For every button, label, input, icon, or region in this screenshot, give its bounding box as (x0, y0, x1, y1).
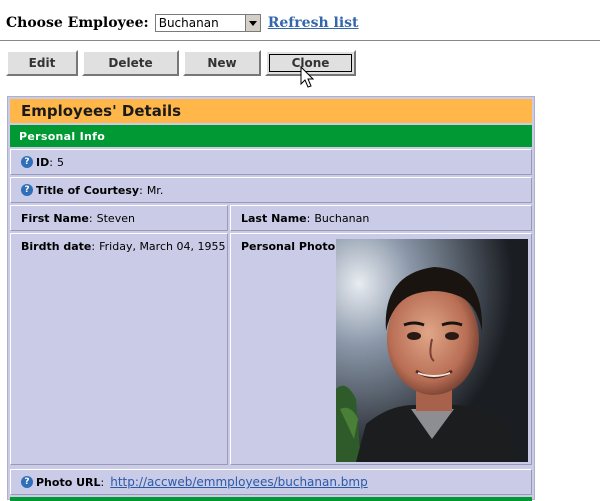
id-label: ID (36, 155, 50, 169)
delete-button[interactable]: Delete (82, 50, 179, 76)
courtesy-value: Mr. (146, 183, 164, 197)
employee-select[interactable]: Buchanan (154, 14, 261, 32)
photo-url-link[interactable]: http://accweb/emmployees/buchanan.bmp (110, 475, 367, 489)
details-title: Employees' Details (10, 99, 532, 123)
birth-date-label: Birdth date (21, 240, 92, 253)
courtesy-label: Title of Courtesy (36, 183, 140, 197)
header-divider (0, 40, 600, 42)
first-name-cell: First Name: Steven (10, 205, 228, 231)
birth-date-cell: Birdth date: Friday, March 04, 1955 (10, 233, 228, 465)
help-circle-icon[interactable]: ? (21, 156, 33, 168)
birth-date-value: Friday, March 04, 1955 (99, 240, 226, 253)
last-name-cell: Last Name: Buchanan (230, 205, 532, 231)
mouse-pointer-icon (300, 66, 314, 88)
employee-details-panel: Employees' Details Personal Info ? ID: 5… (7, 96, 535, 501)
dropdown-arrow-icon[interactable] (244, 15, 260, 31)
first-name-label: First Name (21, 211, 89, 225)
id-row: ? ID: 5 (10, 149, 532, 175)
photo-url-label: Photo URL (36, 475, 101, 489)
personal-photo-label: Personal Photo (241, 240, 336, 253)
choose-employee-label: Choose Employee: (6, 15, 149, 31)
last-name-label: Last Name (241, 211, 307, 225)
help-circle-icon[interactable]: ? (21, 476, 33, 488)
new-button[interactable]: New (183, 50, 261, 76)
help-circle-icon[interactable]: ? (21, 184, 33, 196)
id-value: 5 (56, 155, 64, 169)
last-name-value: Buchanan (314, 211, 370, 225)
first-name-value: Steven (96, 211, 135, 225)
personal-photo (336, 239, 528, 462)
personal-info-section: Personal Info (10, 125, 532, 147)
employee-select-value: Buchanan (158, 16, 219, 30)
employee-chooser: Choose Employee: Buchanan Refresh list (6, 11, 359, 35)
photo-url-row: ? Photo URL: http://accweb/emmployees/bu… (10, 469, 532, 495)
refresh-list-link[interactable]: Refresh list (268, 15, 359, 31)
courtesy-row: ? Title of Courtesy: Mr. (10, 177, 532, 203)
edit-button[interactable]: Edit (6, 50, 78, 76)
section-bar-bottom (10, 497, 532, 501)
